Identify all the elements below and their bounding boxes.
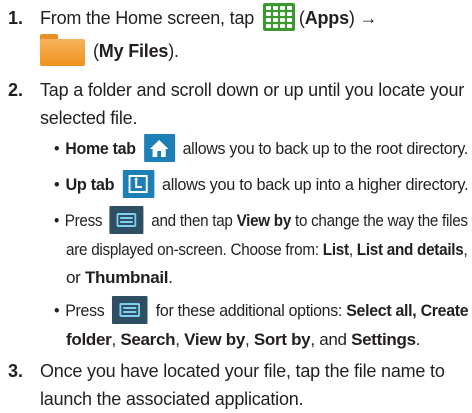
up-directory-icon [122,169,154,198]
bullet-home-tab: • Home tab allows you to back up to the r… [54,133,468,164]
step-1-line-2: (My Files). [40,34,179,68]
step-3-line-1: Once you have located your file, tap the… [40,361,445,381]
home-icon [143,133,175,162]
step-2-line-2: selected file. [40,108,138,128]
menu-icon [112,295,148,324]
step-1-line-1: From the Home screen, tap (Apps) → [40,3,378,33]
apps-grid-icon [262,3,295,32]
bullet-up-tab: • Up tab allows you to back up into a hig… [54,169,469,200]
step-number: 3. [8,361,24,381]
bullet-additional-options: • Press for these additional options: Sel… [54,295,469,326]
step-2-line-1: Tap a folder and scroll down or up until… [40,80,465,100]
step-number: 2. [8,80,24,100]
menu-icon [109,205,144,234]
bullet-view-by: • Press and then tap View by to change th… [54,205,468,236]
instruction-document: 1. From the Home screen, tap (Apps) → (M… [0,0,472,409]
bullet-view-by-line-3: or Thumbnail. [66,268,173,287]
step-number: 1. [8,8,24,28]
bullet-additional-options-line-2: folder, Search, View by, Sort by, and Se… [66,330,421,349]
bullet-view-by-line-2: are displayed on-screen. Choose from: Li… [66,240,468,259]
step-3-line-2: launch the associated application. [40,389,304,409]
folder-icon [40,34,85,66]
